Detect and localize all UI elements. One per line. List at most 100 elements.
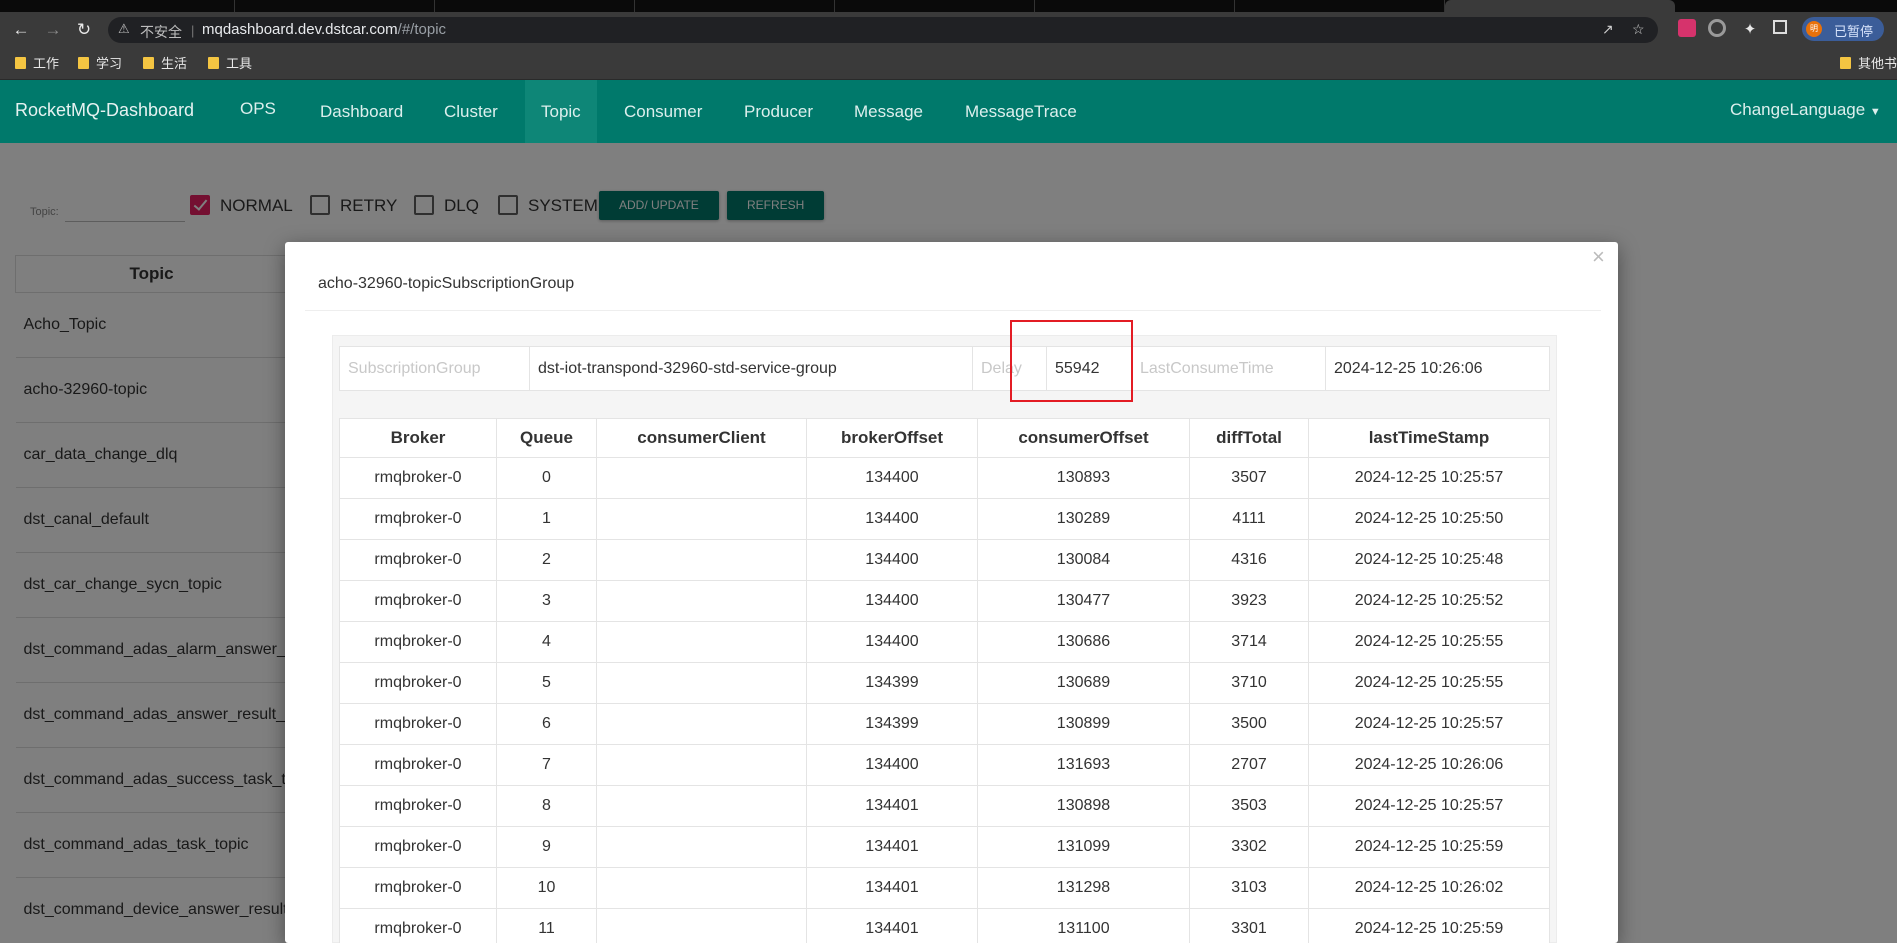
folder-icon [143, 57, 154, 69]
subscription-panel: SubscriptionGroup dst-iot-transpond-3296… [332, 335, 1557, 943]
bookmark-folder[interactable]: 生活 [143, 55, 187, 73]
diff-total-cell: 2707 [1189, 744, 1309, 786]
queue-cell: 6 [496, 703, 597, 745]
subscription-group-label: SubscriptionGroup [339, 346, 530, 391]
consumer-client-cell [596, 539, 807, 581]
table-row: rmqbroker-0 9 134401 131099 3302 2024-12-25 1… [339, 826, 1550, 868]
broker-offset-cell: 134401 [806, 867, 978, 909]
browser-tab[interactable] [0, 0, 235, 12]
diff-total-cell: 4316 [1189, 539, 1309, 581]
divider [305, 310, 1601, 311]
broker-cell: rmqbroker-0 [339, 457, 497, 499]
queue-table: Broker Queue consumerClient brokerOffset… [339, 418, 1550, 943]
broker-offset-cell: 134400 [806, 539, 978, 581]
consumer-offset-cell: 130893 [977, 457, 1190, 499]
queue-column-header: Queue [496, 418, 597, 458]
browser-tab[interactable] [1235, 0, 1445, 12]
diff-total-cell: 3714 [1189, 621, 1309, 663]
last-timestamp-cell: 2024-12-25 10:25:57 [1308, 785, 1550, 827]
last-timestamp-cell: 2024-12-25 10:25:48 [1308, 539, 1550, 581]
consumer-client-cell [596, 457, 807, 499]
broker-cell: rmqbroker-0 [339, 744, 497, 786]
consumer-client-cell [596, 621, 807, 663]
browser-tab[interactable] [635, 0, 835, 12]
consumer-client-cell [596, 580, 807, 622]
modal-title: acho-32960-topicSubscriptionGroup [318, 275, 575, 292]
broker-offset-cell: 134400 [806, 580, 978, 622]
browser-tab[interactable] [835, 0, 1035, 12]
nav-cluster[interactable]: Cluster [428, 80, 514, 143]
table-row: rmqbroker-0 1 134400 130289 4111 2024-12-25 1… [339, 498, 1550, 540]
broker-cell: rmqbroker-0 [339, 867, 497, 909]
profile-paused-button[interactable]: 明 已暂停 [1802, 17, 1884, 41]
forward-icon[interactable]: → [41, 18, 65, 42]
url-path: /#/topic [397, 21, 447, 38]
consumer-client-cell [596, 826, 807, 868]
broker-cell: rmqbroker-0 [339, 621, 497, 663]
queue-cell: 4 [496, 621, 597, 663]
consumer-client-cell [596, 744, 807, 786]
consumer-client-cell [596, 867, 807, 909]
avatar: 明 [1806, 21, 1822, 37]
nav-topic[interactable]: Topic [525, 80, 597, 143]
bookmark-folder[interactable]: 工具 [208, 55, 252, 73]
diff-total-cell: 3710 [1189, 662, 1309, 704]
app-navbar: RocketMQ-Dashboard OPS Dashboard Cluster… [0, 80, 1897, 143]
back-icon[interactable]: ← [9, 18, 33, 42]
address-bar[interactable]: ⚠ 不安全 | mqdashboard.dev.dstcar.com/#/top… [108, 17, 1658, 43]
consumer-client-cell [596, 785, 807, 827]
broker-offset-cell: 134400 [806, 621, 978, 663]
brand-title[interactable]: RocketMQ-Dashboard [15, 100, 194, 121]
diff-total-cell: 3500 [1189, 703, 1309, 745]
browser-tab[interactable] [435, 0, 635, 12]
last-timestamp-cell: 2024-12-25 10:25:55 [1308, 662, 1550, 704]
nav-messagetrace[interactable]: MessageTrace [949, 80, 1093, 143]
broker-column-header: Broker [339, 418, 497, 458]
reload-icon[interactable]: ↻ [72, 18, 96, 42]
translate-extension-icon[interactable] [1678, 19, 1696, 37]
other-bookmarks[interactable]: 其他书 [1840, 55, 1897, 73]
record-extension-icon[interactable] [1708, 19, 1726, 37]
close-icon[interactable]: × [1592, 244, 1605, 270]
browser-tab-strip [0, 0, 1897, 12]
consumer-offset-cell: 130084 [977, 539, 1190, 581]
broker-offset-cell: 134400 [806, 498, 978, 540]
table-row: rmqbroker-0 11 134401 131100 3301 2024-12-25 … [339, 908, 1550, 943]
last-timestamp-cell: 2024-12-25 10:25:59 [1308, 908, 1550, 943]
browser-tab-active[interactable] [1445, 0, 1675, 12]
browser-tab[interactable] [1035, 0, 1235, 12]
queue-cell: 0 [496, 457, 597, 499]
change-language-dropdown[interactable]: ChangeLanguage ▼ [1730, 100, 1881, 120]
diff-total-cell: 3503 [1189, 785, 1309, 827]
consumer-client-column-header: consumerClient [596, 418, 807, 458]
table-row: rmqbroker-0 2 134400 130084 4316 2024-12-25 1… [339, 539, 1550, 581]
star-icon[interactable]: ☆ [1632, 21, 1645, 38]
nav-message[interactable]: Message [838, 80, 939, 143]
table-row: rmqbroker-0 3 134400 130477 3923 2024-12-25 1… [339, 580, 1550, 622]
delay-label: Delay [972, 346, 1047, 391]
subscription-group-value: dst-iot-transpond-32960-std-service-grou… [529, 346, 973, 391]
browser-tab[interactable] [235, 0, 435, 12]
nav-consumer[interactable]: Consumer [608, 80, 718, 143]
paused-label: 已暂停 [1834, 24, 1874, 39]
consumer-client-cell [596, 908, 807, 943]
table-row: rmqbroker-0 6 134399 130899 3500 2024-12-25 1… [339, 703, 1550, 745]
last-timestamp-cell: 2024-12-25 10:25:57 [1308, 703, 1550, 745]
queue-cell: 3 [496, 580, 597, 622]
sidebar-icon[interactable] [1773, 20, 1787, 34]
bookmark-folder[interactable]: 工作 [15, 55, 59, 73]
consumer-offset-cell: 131100 [977, 908, 1190, 943]
puzzle-icon[interactable]: ✦ [1738, 18, 1762, 42]
warning-icon: ⚠ [118, 21, 130, 36]
queue-cell: 5 [496, 662, 597, 704]
share-icon[interactable]: ↗ [1602, 21, 1614, 38]
browser-toolbar: ← → ↻ ⚠ 不安全 | mqdashboard.dev.dstcar.com… [0, 12, 1897, 47]
broker-cell: rmqbroker-0 [339, 703, 497, 745]
broker-cell: rmqbroker-0 [339, 908, 497, 943]
bookmark-folder[interactable]: 学习 [78, 55, 122, 73]
broker-cell: rmqbroker-0 [339, 662, 497, 704]
nav-producer[interactable]: Producer [728, 80, 829, 143]
nav-ops[interactable]: OPS [224, 77, 292, 140]
consumer-offset-cell: 130689 [977, 662, 1190, 704]
nav-dashboard[interactable]: Dashboard [304, 80, 419, 143]
